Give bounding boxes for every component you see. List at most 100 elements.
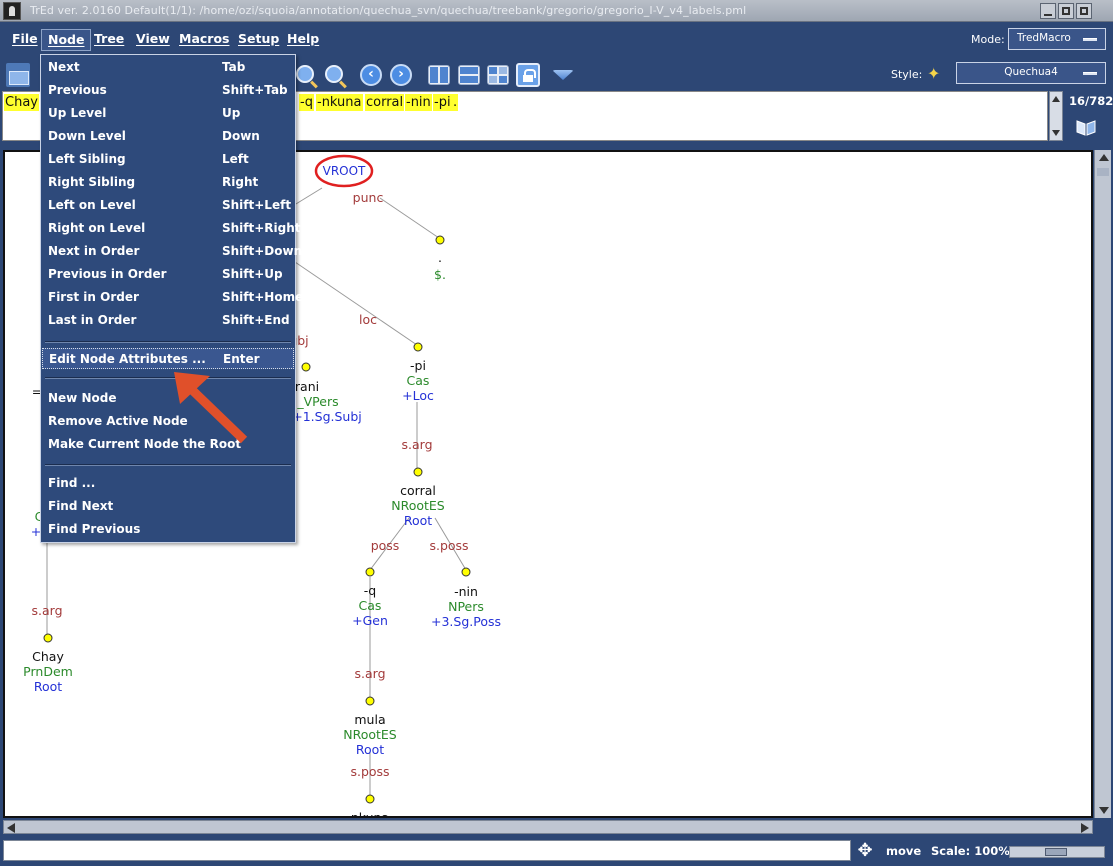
next-tree-icon[interactable]: › [390, 64, 412, 86]
status-input[interactable] [3, 840, 851, 861]
minimize-button[interactable] [1040, 3, 1056, 19]
zoom-out-icon[interactable] [325, 65, 343, 83]
menu-help[interactable]: Help [281, 29, 325, 51]
sentence-token[interactable]: -nin [405, 94, 432, 111]
sentence-token[interactable]: . [452, 94, 459, 111]
menu-item-label: New Node [48, 391, 117, 405]
tree-node[interactable] [301, 362, 311, 372]
menu-item-label: Next [48, 60, 80, 74]
menu-item-label: Last in Order [48, 313, 137, 327]
sentence-token[interactable]: -pi [433, 94, 452, 111]
node-form: corral [400, 483, 436, 498]
node-morph: +1.Sg.Subj [292, 409, 362, 424]
scroll-up-icon[interactable] [1052, 96, 1060, 102]
chevron-down-icon [1083, 72, 1097, 75]
menu-item-previous[interactable]: Previous Shift+Tab [42, 80, 294, 101]
menu-item-shortcut: Tab [222, 60, 246, 74]
mode-select[interactable]: TredMacro [1008, 28, 1106, 50]
menu-item-previous-in-order[interactable]: Previous in Order Shift+Up [42, 264, 294, 285]
node-form: mula [354, 712, 385, 727]
menu-setup[interactable]: Setup [232, 29, 285, 51]
filter-icon[interactable] [552, 70, 574, 80]
menu-item-shortcut: Shift+Home [222, 290, 304, 304]
menu-item-right-sibling[interactable]: Right Sibling Right [42, 172, 294, 193]
maximize-button[interactable] [1058, 3, 1074, 19]
open-folder-icon[interactable] [6, 63, 30, 87]
edge-label: poss [371, 538, 400, 553]
scroll-thumb[interactable] [1097, 168, 1109, 176]
menu-separator [45, 377, 291, 379]
menu-separator [45, 464, 291, 466]
scroll-down-icon[interactable] [1052, 130, 1060, 136]
scroll-down-icon[interactable] [1099, 807, 1109, 814]
node-form: pkuna [351, 810, 389, 818]
menu-item-shortcut: Enter [223, 352, 260, 366]
tree-node[interactable] [365, 696, 375, 706]
tree-node[interactable] [365, 567, 375, 577]
menu-file[interactable]: File [6, 29, 44, 51]
tree-node[interactable] [413, 467, 423, 477]
horizontal-layout-icon[interactable] [458, 65, 480, 85]
menu-item-label: Edit Node Attributes ... [49, 352, 206, 366]
zoom-in-icon[interactable] [296, 65, 314, 83]
scale-slider-handle[interactable] [1045, 848, 1067, 856]
menu-item-first-in-order[interactable]: First in Order Shift+Home [42, 287, 303, 308]
menu-item-find-previous[interactable]: Find Previous [42, 519, 294, 540]
menu-item-make-root[interactable]: Make Current Node the Root [42, 434, 294, 455]
edge-label: s.poss [429, 538, 468, 553]
menu-item-up-level[interactable]: Up Level Up [42, 103, 294, 124]
menu-item-find[interactable]: Find ... [42, 473, 294, 494]
tree-node[interactable] [413, 342, 423, 352]
sentence-token[interactable]: -q [299, 94, 314, 111]
scroll-up-icon[interactable] [1099, 154, 1109, 161]
menu-item-new-node[interactable]: New Node [42, 388, 294, 409]
root-label[interactable]: VROOT [323, 164, 366, 178]
tred-app-icon[interactable] [3, 2, 21, 20]
book-icon[interactable] [1075, 117, 1097, 137]
menu-item-find-next[interactable]: Find Next [42, 496, 294, 517]
tree-node[interactable] [461, 567, 471, 577]
menu-node[interactable]: Node [41, 29, 92, 51]
menu-item-remove-active-node[interactable]: Remove Active Node [42, 411, 294, 432]
sentence-token[interactable]: corral [365, 94, 405, 111]
canvas-horizontal-scrollbar[interactable] [3, 820, 1093, 834]
menu-item-down-level[interactable]: Down Level Down [42, 126, 294, 147]
vertical-layout-icon[interactable] [428, 65, 450, 85]
menu-item-edit-node-attributes[interactable]: Edit Node Attributes ... Enter [42, 348, 294, 369]
canvas-vertical-scrollbar[interactable] [1094, 150, 1111, 818]
lock-icon[interactable] [516, 63, 540, 87]
magic-wand-icon[interactable]: ✦ [927, 64, 940, 83]
node-pos: NRootES [391, 498, 445, 513]
menu-item-last-in-order[interactable]: Last in Order Shift+End [42, 310, 294, 331]
menu-item-shortcut: Shift+Down [222, 244, 303, 258]
sentence-token[interactable]: Chay [4, 94, 39, 111]
menu-item-right-on-level[interactable]: Right on Level Shift+Right [42, 218, 301, 239]
status-scale: Scale: 100% [931, 844, 1010, 858]
menu-item-shortcut: Left [222, 152, 249, 166]
close-button[interactable] [1076, 3, 1092, 19]
tree-node[interactable] [365, 794, 375, 804]
tree-node[interactable] [435, 235, 445, 245]
tree-node[interactable] [43, 633, 53, 643]
sentence-token[interactable]: -nkuna [316, 94, 363, 111]
menu-item-shortcut: Shift+Left [222, 198, 292, 212]
previous-tree-icon[interactable]: ‹ [360, 64, 382, 86]
menu-view[interactable]: View [130, 29, 176, 51]
scroll-right-icon[interactable] [1081, 823, 1089, 833]
puzzle-icon[interactable]: ✥ [853, 840, 877, 862]
menu-item-left-on-level[interactable]: Left on Level Shift+Left [42, 195, 294, 216]
menu-item-next-in-order[interactable]: Next in Order Shift+Down [42, 241, 302, 262]
style-select[interactable]: Quechua4 [956, 62, 1106, 84]
grid-layout-icon[interactable] [487, 65, 509, 85]
sentence-scrollbar[interactable] [1049, 91, 1063, 141]
tree-edge [379, 197, 440, 239]
menu-bar: File Node Tree View Macros Setup Help Mo… [0, 23, 1113, 55]
node-pos: $. [434, 267, 446, 282]
menu-item-left-sibling[interactable]: Left Sibling Left [42, 149, 294, 170]
scroll-left-icon[interactable] [7, 823, 15, 833]
scale-slider[interactable] [1009, 846, 1105, 858]
menu-item-next[interactable]: Next Tab [42, 57, 294, 78]
menu-tree[interactable]: Tree [88, 29, 130, 51]
menu-macros[interactable]: Macros [173, 29, 235, 51]
edge-label: s.arg [402, 437, 433, 452]
